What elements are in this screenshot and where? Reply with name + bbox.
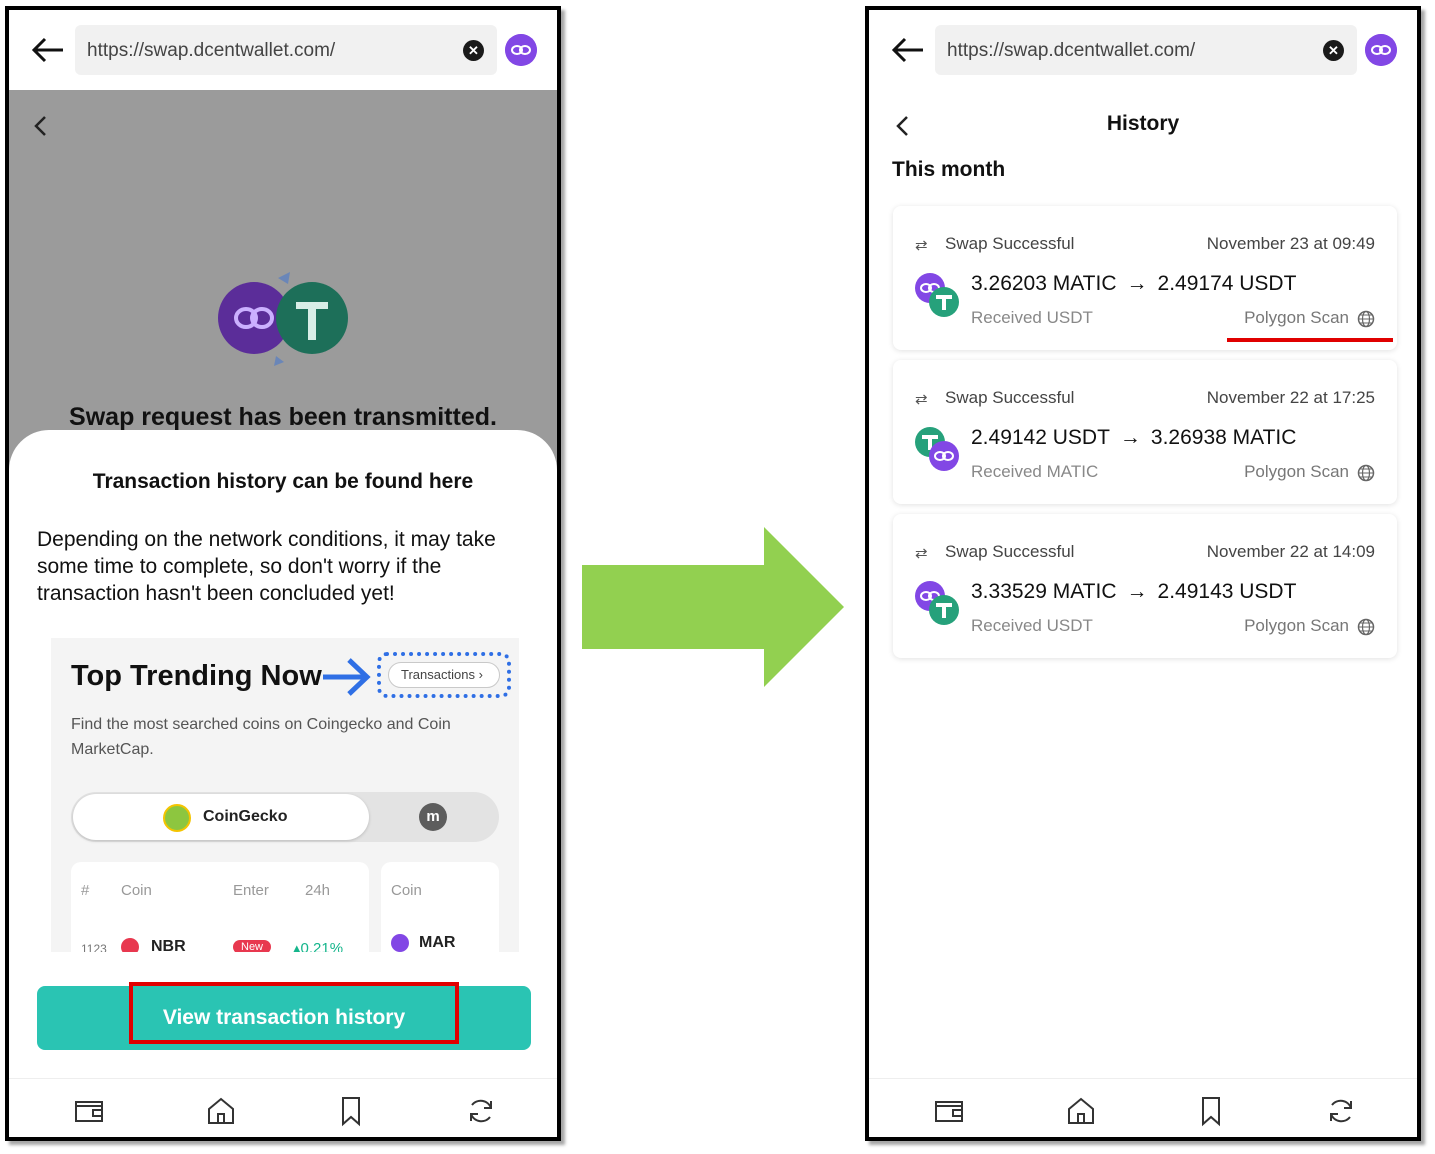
back-arrow-icon[interactable] xyxy=(891,36,925,64)
row-rank: 1123 xyxy=(81,942,107,952)
home-icon[interactable] xyxy=(205,1095,237,1127)
trending-table-2: Coin MAR xyxy=(381,862,499,952)
transaction-date: November 23 at 09:49 xyxy=(1206,234,1375,253)
coin-pair-icon xyxy=(915,273,959,317)
coin-pair-icon xyxy=(915,427,959,471)
toggle-coingecko: CoinGecko xyxy=(73,794,369,840)
chevron-right-icon: › xyxy=(478,667,483,682)
polygon-icon[interactable] xyxy=(505,34,537,66)
swap-coins-icon xyxy=(218,272,348,366)
new-badge: New xyxy=(233,940,272,952)
sheet-title: Transaction history can be found here xyxy=(92,470,474,493)
globe-icon[interactable] xyxy=(1357,618,1375,636)
back-arrow-icon[interactable] xyxy=(31,36,65,64)
polygon-scan-link[interactable]: Polygon Scan xyxy=(1244,616,1349,636)
globe-icon[interactable] xyxy=(1357,310,1375,328)
transactions-pill: Transactions › xyxy=(388,662,500,688)
transaction-card[interactable]: ⇄ Swap Successful November 22 at 17:25 2.49… xyxy=(893,360,1397,504)
promo-subtitle: Find the most searched coins on Coingeck… xyxy=(71,716,451,758)
arrow-right-icon: → xyxy=(1119,426,1141,449)
swap-icon: ⇄ xyxy=(915,237,928,254)
transactions-label: Transactions xyxy=(401,667,475,682)
bookmark-icon[interactable] xyxy=(335,1095,367,1127)
transaction-amount: 3.33529 MATIC → 2.49143 USDT xyxy=(971,580,1296,604)
arrow-right-icon xyxy=(323,658,371,696)
coin-pair-icon xyxy=(915,581,959,625)
sheet-description: Depending on the network conditions, it … xyxy=(37,528,496,605)
polygon-coin-icon xyxy=(391,934,409,952)
source-toggle: CoinGecko m xyxy=(71,792,499,842)
received-label: Received MATIC xyxy=(971,462,1099,481)
page-title: History xyxy=(1106,112,1180,135)
nbr-coin-icon xyxy=(121,938,139,952)
url-input[interactable]: https://swap.dcentwallet.com/ ✕ xyxy=(935,25,1357,75)
left-phone-screen: https://swap.dcentwallet.com/ ✕ Swap req… xyxy=(5,6,561,1141)
polygon-icon[interactable] xyxy=(1365,34,1397,66)
transaction-status: Swap Successful xyxy=(945,234,1075,253)
right-phone-screen: https://swap.dcentwallet.com/ ✕ History … xyxy=(865,6,1421,1141)
transaction-card[interactable]: ⇄ Swap Successful November 22 at 14:09 3.33… xyxy=(893,514,1397,658)
table-header: # xyxy=(81,882,90,899)
refresh-icon[interactable] xyxy=(1325,1095,1357,1127)
transaction-status: Swap Successful xyxy=(945,388,1075,407)
bottom-nav xyxy=(869,1078,1417,1137)
browser-url-bar: https://swap.dcentwallet.com/ ✕ xyxy=(869,10,1417,90)
row-coin: NBR xyxy=(151,938,186,952)
trending-table: # Coin Enter 24h 1123 NBR New ▴0.21% xyxy=(71,862,369,952)
transaction-amount: 2.49142 USDT → 3.26938 MATIC xyxy=(971,426,1296,450)
transaction-date: November 22 at 14:09 xyxy=(1206,542,1375,561)
coinmarketcap-icon: m xyxy=(419,803,447,831)
table-header: Enter xyxy=(233,882,269,899)
swap-message: Swap request has been transmitted. xyxy=(69,403,497,431)
clear-icon[interactable]: ✕ xyxy=(1323,40,1344,61)
polygon-scan-link[interactable]: Polygon Scan xyxy=(1244,308,1349,328)
transition-arrow xyxy=(582,527,844,687)
url-text: https://swap.dcentwallet.com/ xyxy=(947,40,1196,61)
table-header: Coin xyxy=(121,882,152,899)
from-amount: 3.26203 MATIC xyxy=(971,272,1117,295)
transactions-highlight: Transactions › xyxy=(377,652,511,698)
section-label: This month xyxy=(892,158,1006,181)
row-change: ▴0.21% xyxy=(293,940,344,952)
swap-icon: ⇄ xyxy=(915,391,928,408)
home-icon[interactable] xyxy=(1065,1095,1097,1127)
from-amount: 3.33529 MATIC xyxy=(971,580,1117,603)
arrow-right-icon: → xyxy=(1126,580,1148,603)
arrow-right-icon: → xyxy=(1126,272,1148,295)
clear-icon[interactable]: ✕ xyxy=(463,40,484,61)
browser-url-bar: https://swap.dcentwallet.com/ ✕ xyxy=(9,10,557,90)
chevron-left-icon[interactable] xyxy=(31,114,51,138)
received-label: Received USDT xyxy=(971,616,1093,635)
transaction-amount: 3.26203 MATIC → 2.49174 USDT xyxy=(971,272,1296,296)
transaction-status: Swap Successful xyxy=(945,542,1075,561)
bottom-nav xyxy=(9,1078,557,1137)
url-text: https://swap.dcentwallet.com/ xyxy=(87,40,336,61)
row-coin: MAR xyxy=(419,934,456,951)
url-input[interactable]: https://swap.dcentwallet.com/ ✕ xyxy=(75,25,497,75)
highlight-box xyxy=(129,982,459,1044)
coingecko-label: CoinGecko xyxy=(203,808,288,825)
polygon-scan-link[interactable]: Polygon Scan xyxy=(1244,462,1349,482)
refresh-icon[interactable] xyxy=(465,1095,497,1127)
received-label: Received USDT xyxy=(971,308,1093,327)
transaction-date: November 22 at 17:25 xyxy=(1206,388,1375,407)
wallet-icon[interactable] xyxy=(933,1095,965,1127)
to-amount: 3.26938 MATIC xyxy=(1150,426,1297,449)
trending-promo-image: Top Trending Now Transactions › Find the… xyxy=(51,638,519,952)
globe-icon[interactable] xyxy=(1357,464,1375,482)
wallet-icon[interactable] xyxy=(73,1095,105,1127)
table-header: Coin xyxy=(391,882,422,899)
bottom-sheet: Transaction history can be found here De… xyxy=(9,430,557,1137)
highlight-underline xyxy=(1227,338,1393,342)
promo-title: Top Trending Now xyxy=(71,660,322,692)
to-amount: 2.49174 USDT xyxy=(1157,272,1297,295)
coingecko-icon xyxy=(163,804,191,832)
swap-icon: ⇄ xyxy=(915,545,928,562)
table-header: 24h xyxy=(305,882,331,899)
transaction-card[interactable]: ⇄ Swap Successful November 23 at 09:49 3.26… xyxy=(893,206,1397,350)
bookmark-icon[interactable] xyxy=(1195,1095,1227,1127)
from-amount: 2.49142 USDT xyxy=(971,426,1110,449)
to-amount: 2.49143 USDT xyxy=(1157,580,1297,603)
